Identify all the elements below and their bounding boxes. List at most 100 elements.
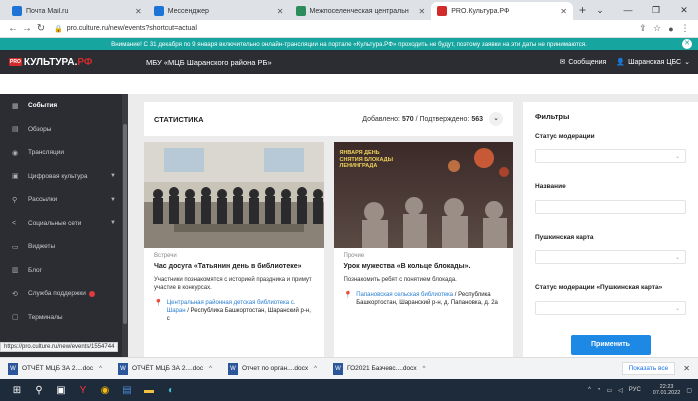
tray-chevron-icon[interactable]: ^	[588, 387, 591, 393]
organization-name[interactable]: МБУ «МЦБ Шаранского района РБ»	[146, 58, 272, 67]
sidebar-item-broadcasts[interactable]: ◉ Трансляции	[0, 141, 128, 165]
new-tab-button[interactable]: +	[579, 3, 586, 17]
network-icon[interactable]: ◔	[597, 387, 601, 393]
event-card[interactable]: ЯНВАРЯ ДЕНЬ СНЯТИЯ БЛОКАДЫ ЛЕНИНГРАДА Пр…	[333, 142, 513, 362]
sidebar-item-support[interactable]: ⟲ Служба поддержки	[0, 282, 128, 306]
language-indicator[interactable]: РУС	[629, 387, 641, 393]
sidebar-item-digital-culture[interactable]: ▣ Цифровая культура ▼	[0, 165, 128, 189]
pushkin-card-select[interactable]: ⌄	[535, 250, 686, 265]
notice-text: Внимание! С 31 декабря по 9 января включ…	[111, 40, 587, 48]
volume-icon[interactable]: ◁	[618, 387, 623, 394]
clock-date: 07.01.2022	[652, 390, 681, 396]
close-icon[interactable]: ✕	[277, 7, 284, 16]
star-icon[interactable]: ☆	[650, 23, 664, 34]
moderation-status-select[interactable]: ⌄	[535, 149, 686, 164]
messenger-favicon-icon	[153, 6, 164, 16]
terminal-icon: ▢	[12, 314, 19, 322]
chevron-down-icon: ⌄	[674, 255, 680, 262]
sidebar-item-label: Трансляции	[28, 149, 64, 157]
sidebar-item-mailings[interactable]: ⚲ Рассылки ▼	[0, 188, 128, 212]
download-item[interactable]: W Отчет по орган....docx ^	[227, 362, 317, 375]
notifications-icon[interactable]: ▢	[686, 387, 692, 394]
battery-icon[interactable]: ▭	[606, 387, 612, 394]
word-file-icon: W	[227, 362, 238, 375]
apply-button[interactable]: Применить	[570, 334, 651, 355]
user-icon: 👤	[616, 59, 626, 66]
sidebar-item-events[interactable]: ▦ События	[0, 94, 128, 118]
chevron-up-icon[interactable]: ^	[209, 366, 212, 372]
clock-time: 22:23	[659, 383, 674, 390]
close-icon[interactable]: ✕	[419, 7, 426, 16]
events-content: СТАТИСТИКА Добавлено: 570 / Подтверждено…	[128, 94, 523, 362]
site-logo[interactable]: PRO КУЛЬТУРА. РФ	[0, 57, 128, 68]
close-icon[interactable]: ✕	[135, 7, 142, 16]
edge-icon[interactable]: ◐	[160, 385, 182, 396]
address-bar: ← → ↻ 🔒 pro.culture.ru/new/events?shortc…	[0, 20, 698, 38]
profile-icon[interactable]: ●	[664, 24, 678, 34]
word-icon[interactable]: ▤	[116, 385, 138, 396]
sidebar-item-terminals[interactable]: ▢ Терминалы	[0, 306, 128, 330]
close-window-icon[interactable]: ✕	[670, 5, 698, 16]
mail-favicon-icon	[12, 6, 22, 16]
word-file-icon: W	[117, 362, 128, 375]
chevron-up-icon[interactable]: ^	[99, 366, 102, 372]
event-title[interactable]: Час досуга «Татьянин день в библиотеке»	[154, 262, 314, 271]
windows-start-icon[interactable]: ⊞	[6, 385, 28, 396]
chevron-down-icon[interactable]: ⌄	[684, 58, 690, 66]
forward-icon[interactable]: →	[20, 23, 34, 34]
sidebar-item-blog[interactable]: ▥ Блог	[0, 259, 128, 283]
event-title[interactable]: Урок мужества «В кольце блокады».	[344, 262, 504, 271]
sidebar-item-social[interactable]: < Социальные сети ▼	[0, 212, 128, 236]
explorer-icon[interactable]: ▬	[138, 385, 160, 396]
close-notice-icon[interactable]: ✕	[682, 39, 692, 49]
sidebar-item-label: Служба поддержки	[28, 290, 86, 298]
show-all-downloads-button[interactable]: Показать все	[621, 362, 676, 375]
browser-tab[interactable]: Мессенджер ✕	[148, 2, 290, 20]
close-icon[interactable]: ✕	[560, 7, 567, 16]
download-item[interactable]: W ГО2021 Базчевс....docx ^	[332, 362, 426, 375]
library-favicon-icon	[295, 6, 306, 16]
chevron-up-icon[interactable]: ^	[423, 366, 426, 372]
maximize-icon[interactable]: ❐	[642, 5, 670, 16]
logo-pro: PRO	[9, 58, 22, 66]
chevron-up-icon[interactable]: ^	[314, 366, 317, 372]
menu-icon[interactable]: ⋮	[678, 23, 692, 34]
back-icon[interactable]: ←	[6, 23, 20, 34]
browser-tab[interactable]: Межпоселенческая центральн ✕	[290, 2, 432, 20]
sidebar-item-reviews[interactable]: ▤ Обзоры	[0, 118, 128, 142]
messages-link[interactable]: Сообщения	[568, 59, 606, 66]
clock[interactable]: 22:23 07.01.2022	[647, 384, 681, 397]
browser-tab-active[interactable]: PRO.Культура.РФ ✕	[431, 2, 573, 20]
event-card[interactable]: Встречи Час досуга «Татьянин день в библ…	[144, 142, 324, 362]
user-menu[interactable]: Шаранская ЦБС	[628, 59, 681, 66]
sidebar-item-label: Терминалы	[28, 313, 63, 321]
chevron-down-icon: ⌄	[674, 305, 680, 312]
counts-separator: /	[415, 115, 418, 123]
url-field[interactable]: 🔒 pro.culture.ru/new/events?shortcut=act…	[54, 25, 636, 33]
search-icon[interactable]: ⚲	[28, 385, 50, 396]
event-description: Познакомить ребят с понятием блокада.	[343, 277, 457, 284]
yandex-icon[interactable]: Y	[72, 385, 94, 396]
task-view-icon[interactable]: ▣	[50, 385, 72, 396]
event-photo: ЯНВАРЯ ДЕНЬ СНЯТИЯ БЛОКАДЫ ЛЕНИНГРАДА	[333, 142, 513, 248]
title-filter-input[interactable]	[535, 199, 686, 214]
location-link[interactable]: Папановская сельская библиотека	[356, 292, 453, 298]
sidebar-item-label: Обзоры	[28, 125, 52, 133]
chevron-down-icon[interactable]: ⌄	[586, 5, 614, 16]
download-item[interactable]: W ОТЧЁТ МЦБ ЗА 2....doc ^	[117, 362, 212, 375]
site-header: PRO КУЛЬТУРА. РФ МБУ «МЦБ Шаранского рай…	[0, 50, 698, 74]
chevron-down-icon: ▼	[110, 196, 116, 203]
download-item[interactable]: W ОТЧЁТ МЦБ ЗА 2....doc ^	[8, 362, 102, 375]
browser-tab[interactable]: Почта Mail.ru ✕	[6, 2, 148, 20]
chevron-down-icon: ▼	[110, 173, 116, 180]
chrome-icon[interactable]: ◉	[94, 385, 116, 396]
chevron-down-icon[interactable]: ⌄	[489, 112, 503, 126]
share-icon[interactable]: ⇪	[636, 23, 650, 34]
main-area: ▦ События ▤ Обзоры ◉ Трансляции ▣ Цифров…	[0, 94, 698, 362]
minimize-icon[interactable]: —	[614, 5, 642, 15]
close-icon[interactable]: ✕	[683, 364, 690, 373]
sidebar-item-widgets[interactable]: ▭ Виджеты	[0, 235, 128, 259]
reload-icon[interactable]: ↻	[34, 23, 48, 34]
pushkin-moderation-select[interactable]: ⌄	[535, 300, 686, 315]
event-cards: Встречи Час досуга «Татьянин день в библ…	[144, 142, 513, 362]
